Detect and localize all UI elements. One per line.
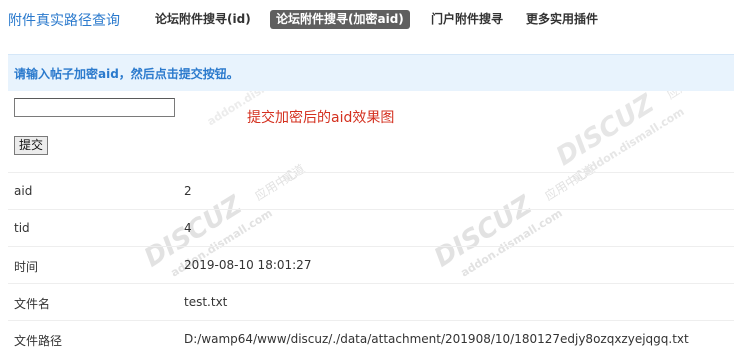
- page: DISCUZ 应用中心 addon.dismall.com 贰道 DISCUZ …: [0, 0, 734, 356]
- aid-input[interactable]: [14, 98, 175, 117]
- table-row: 文件路径 D:/wamp64/www/discuz/./data/attachm…: [8, 320, 734, 356]
- tab-portal-attachment[interactable]: 门户附件搜寻: [431, 10, 503, 29]
- row-value-tid: 4: [184, 221, 192, 235]
- table-row: 文件名 test.txt: [8, 283, 734, 320]
- top-nav: 附件真实路径查询 论坛附件搜寻(id) 论坛附件搜寻(加密aid) 门户附件搜寻…: [0, 0, 734, 40]
- tab-attachment-by-encrypted-aid[interactable]: 论坛附件搜寻(加密aid): [270, 10, 410, 29]
- row-value-filename: test.txt: [184, 295, 228, 309]
- row-value-time: 2019-08-10 18:01:27: [184, 258, 312, 272]
- table-row: aid 2: [8, 172, 734, 209]
- watermark-brand: DISCUZ: [551, 88, 660, 172]
- table-row: tid 4: [8, 209, 734, 246]
- annotation-text: 提交加密后的aid效果图: [247, 110, 395, 126]
- row-label-time: 时间: [14, 260, 39, 274]
- tab-more-plugins[interactable]: 更多实用插件: [526, 10, 598, 29]
- row-label-tid: tid: [14, 221, 30, 235]
- instruction-text: 请输入帖子加密aid，然后点击提交按钮。: [14, 67, 239, 81]
- app-title: 附件真实路径查询: [8, 13, 120, 29]
- tab-attachment-by-id[interactable]: 论坛附件搜寻(id): [155, 10, 251, 29]
- row-label-aid: aid: [14, 184, 33, 198]
- watermark-domain: addon.dismall.com: [580, 105, 686, 178]
- row-value-filepath: D:/wamp64/www/discuz/./data/attachment/2…: [184, 332, 689, 346]
- row-value-aid: 2: [184, 184, 192, 198]
- submit-button[interactable]: 提交: [14, 136, 49, 155]
- table-row: 时间 2019-08-10 18:01:27: [8, 246, 734, 283]
- results-table: aid 2 tid 4 时间 2019-08-10 18:01:27 文件名 t…: [8, 172, 734, 356]
- instruction-bar: 请输入帖子加密aid，然后点击提交按钮。: [8, 54, 734, 91]
- row-label-filename: 文件名: [14, 297, 51, 311]
- row-label-filepath: 文件路径: [14, 334, 63, 348]
